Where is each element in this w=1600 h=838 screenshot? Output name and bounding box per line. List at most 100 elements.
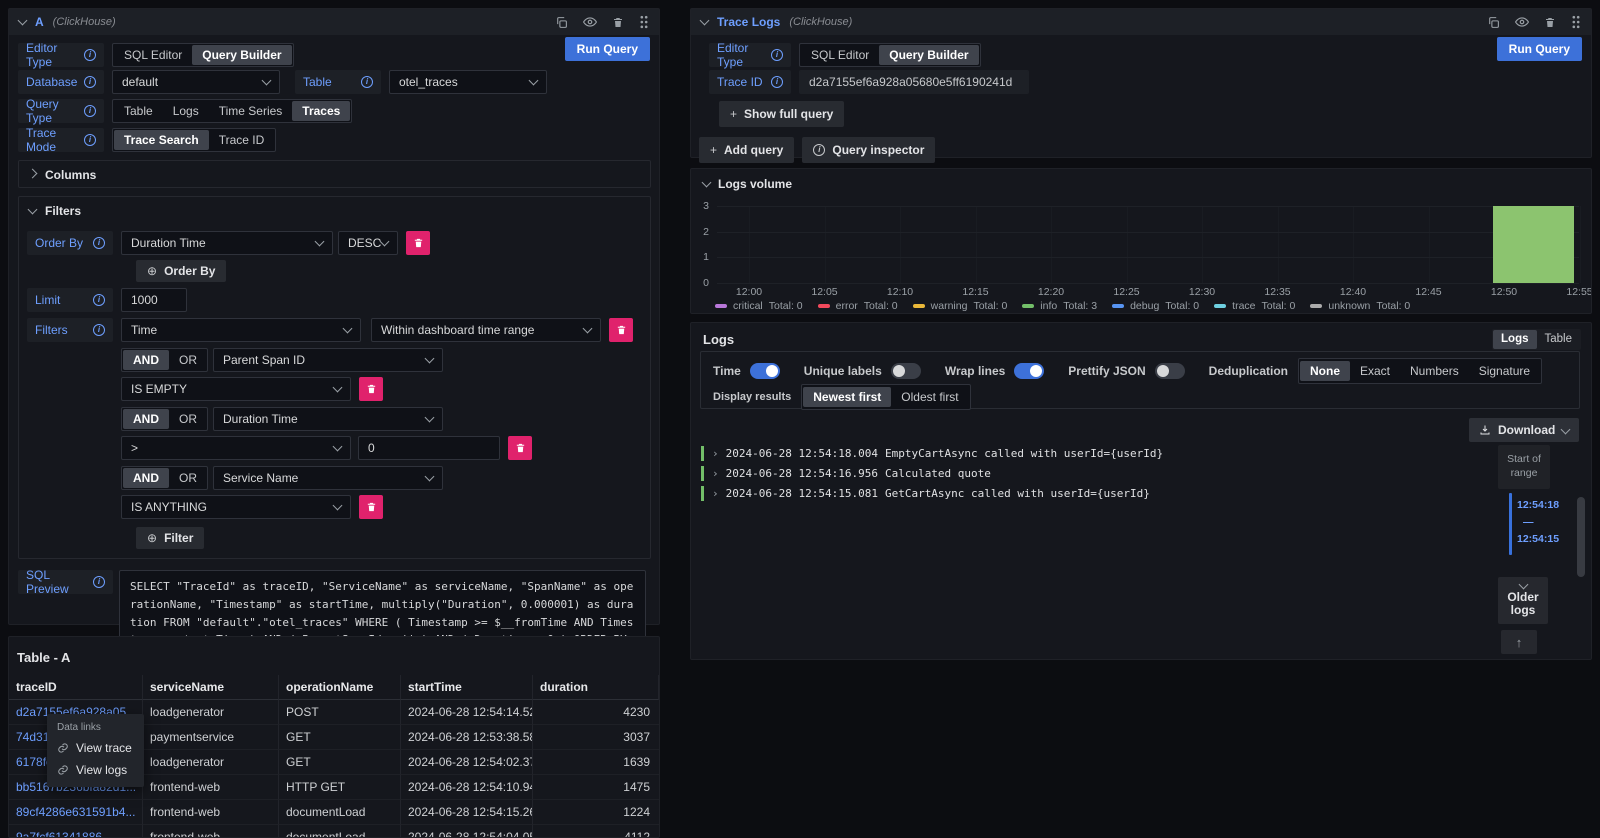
option-logs[interactable]: Logs [1493, 330, 1536, 349]
add-query-button[interactable]: +Add query [699, 137, 794, 163]
option-numbers[interactable]: Numbers [1400, 361, 1469, 381]
info-circle-icon[interactable]: i [93, 294, 105, 306]
info-circle-icon[interactable]: i [93, 324, 105, 336]
expand-log-chevron-icon[interactable]: › [712, 487, 719, 500]
query-inspector-button[interactable]: iQuery inspector [802, 137, 935, 163]
option-trace-id[interactable]: Trace ID [209, 130, 275, 150]
option-none[interactable]: None [1300, 361, 1350, 381]
table-column-header[interactable]: serviceName [143, 675, 279, 700]
eye-icon[interactable] [583, 15, 597, 29]
trash-icon[interactable] [612, 16, 624, 29]
database-select[interactable]: default [112, 70, 280, 94]
info-circle-icon[interactable]: i [84, 76, 96, 88]
legend-item[interactable]: debug Total: 0 [1112, 300, 1199, 312]
filter-time-range-select[interactable]: Within dashboard time range [371, 318, 601, 342]
legend-item[interactable]: critical Total: 0 [715, 300, 803, 312]
option-oldest-first[interactable]: Oldest first [891, 387, 968, 407]
filter-operator-select[interactable]: IS ANYTHING [121, 495, 351, 519]
option-newest-first[interactable]: Newest first [803, 387, 891, 407]
option-or[interactable]: OR [169, 468, 207, 488]
scroll-to-top-button[interactable]: ↑ [1501, 630, 1537, 654]
info-circle-icon[interactable]: i [771, 76, 783, 88]
legend-item[interactable]: error Total: 0 [818, 300, 898, 312]
option-trace-search[interactable]: Trace Search [114, 130, 209, 150]
info-circle-icon[interactable]: i [84, 134, 96, 146]
prettify-json-toggle[interactable] [1155, 363, 1185, 379]
data-link-menu-item[interactable]: View logs [47, 759, 144, 781]
logs-scrollbar[interactable] [1577, 497, 1585, 577]
copy-icon[interactable] [1487, 16, 1500, 29]
remove-time-filter-button[interactable] [609, 318, 633, 342]
table-column-header[interactable]: traceID [9, 675, 143, 700]
legend-item[interactable]: unknown Total: 0 [1310, 300, 1410, 312]
legend-item[interactable]: warning Total: 0 [913, 300, 1008, 312]
add-order-by-button[interactable]: ⊕Order By [136, 260, 226, 282]
download-button[interactable]: Download [1469, 418, 1579, 442]
drag-handle-icon[interactable] [639, 15, 649, 29]
remove-filter-button[interactable] [359, 377, 383, 401]
remove-filter-button[interactable] [359, 495, 383, 519]
info-circle-icon[interactable]: i [771, 49, 783, 61]
logs-volume-header[interactable]: Logs volume [691, 169, 1591, 191]
option-and[interactable]: AND [123, 468, 169, 488]
legend-item[interactable]: trace Total: 0 [1214, 300, 1295, 312]
query-row-header[interactable]: A (ClickHouse) [9, 9, 659, 35]
legend-item[interactable]: info Total: 3 [1022, 300, 1097, 312]
info-circle-icon[interactable]: i [93, 237, 105, 249]
filter-operator-select[interactable]: > [121, 436, 351, 460]
table-select[interactable]: otel_traces [389, 70, 547, 94]
older-logs-button[interactable]: Older logs [1498, 577, 1548, 624]
order-by-field-select[interactable]: Duration Time [121, 231, 333, 255]
info-circle-icon[interactable]: i [361, 76, 373, 88]
trace-id-link[interactable]: 89cf4286e631591b4... [9, 800, 143, 825]
add-filter-button[interactable]: ⊕Filter [136, 527, 204, 549]
unique-labels-toggle[interactable] [891, 363, 921, 379]
time-toggle[interactable] [750, 363, 780, 379]
option-table[interactable]: Table [1537, 330, 1581, 349]
table-column-header[interactable]: duration [533, 675, 659, 700]
table-column-header[interactable]: operationName [279, 675, 401, 700]
filter-value-input[interactable]: 0 [358, 436, 500, 460]
info-circle-icon[interactable]: i [84, 49, 96, 61]
log-entry-row[interactable]: › 2024-06-28 12:54:18.004 EmptyCartAsync… [701, 443, 1461, 463]
option-table[interactable]: Table [114, 101, 163, 121]
option-query-builder[interactable]: Query Builder [879, 45, 978, 65]
filter-field-select[interactable]: Service Name [213, 466, 443, 490]
option-traces[interactable]: Traces [292, 101, 350, 121]
option-or[interactable]: OR [169, 409, 207, 429]
info-circle-icon[interactable]: i [84, 105, 96, 117]
log-entry-row[interactable]: › 2024-06-28 12:54:15.081 GetCartAsync c… [701, 483, 1461, 503]
option-signature[interactable]: Signature [1469, 361, 1540, 381]
limit-input[interactable]: 1000 [121, 288, 187, 312]
filter-time-field-select[interactable]: Time [121, 318, 361, 342]
log-entry-row[interactable]: › 2024-06-28 12:54:16.956 Calculated quo… [701, 463, 1461, 483]
trace-id-input[interactable]: d2a7155ef6a928a05680e5ff6190241d [799, 70, 1029, 94]
order-by-direction-select[interactable]: DESC [338, 231, 398, 255]
option-query-builder[interactable]: Query Builder [192, 45, 291, 65]
filters-section-header[interactable]: Filters [19, 197, 650, 223]
eye-icon[interactable] [1515, 15, 1529, 29]
table-column-header[interactable]: startTime [401, 675, 533, 700]
remove-filter-button[interactable] [508, 436, 532, 460]
expand-log-chevron-icon[interactable]: › [712, 467, 719, 480]
filter-operator-select[interactable]: IS EMPTY [121, 377, 351, 401]
filter-field-select[interactable]: Parent Span ID [213, 348, 443, 372]
option-sql-editor[interactable]: SQL Editor [114, 45, 192, 65]
chevron-down-icon[interactable] [700, 16, 710, 26]
option-and[interactable]: AND [123, 350, 169, 370]
copy-icon[interactable] [555, 16, 568, 29]
option-exact[interactable]: Exact [1350, 361, 1400, 381]
wrap-lines-toggle[interactable] [1014, 363, 1044, 379]
option-and[interactable]: AND [123, 409, 169, 429]
expand-log-chevron-icon[interactable]: › [712, 447, 719, 460]
trash-icon[interactable] [1544, 16, 1556, 29]
info-circle-icon[interactable]: i [93, 576, 105, 588]
option-logs[interactable]: Logs [163, 101, 209, 121]
query-row-header[interactable]: Trace Logs (ClickHouse) [691, 9, 1591, 35]
drag-handle-icon[interactable] [1571, 15, 1581, 29]
option-sql-editor[interactable]: SQL Editor [801, 45, 879, 65]
option-or[interactable]: OR [169, 350, 207, 370]
logs-volume-bar[interactable] [1493, 206, 1574, 283]
chevron-down-icon[interactable] [18, 16, 28, 26]
data-link-menu-item[interactable]: View trace [47, 737, 144, 759]
